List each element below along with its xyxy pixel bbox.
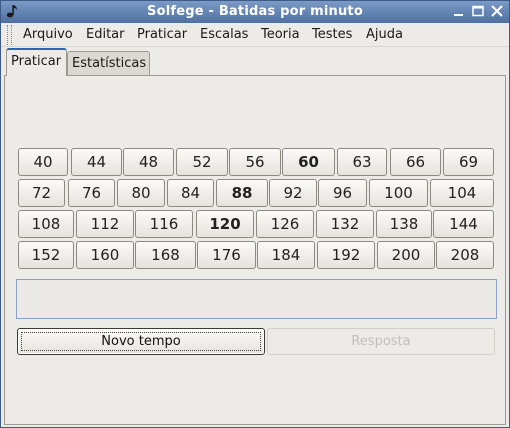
menu-praticar[interactable]: Praticar — [137, 27, 187, 42]
bpm-button-200[interactable]: 200 — [377, 241, 435, 269]
bpm-button-72[interactable]: 72 — [18, 179, 65, 207]
bpm-button-208[interactable]: 208 — [436, 241, 494, 269]
bpm-button-96[interactable]: 96 — [318, 179, 367, 207]
menu-bar: Arquivo Editar Praticar Escalas Teoria T… — [1, 23, 509, 47]
bpm-button-100[interactable]: 100 — [369, 179, 428, 207]
bpm-button-104[interactable]: 104 — [430, 179, 494, 207]
bpm-button-44[interactable]: 44 — [71, 148, 122, 176]
menu-testes[interactable]: Testes — [312, 27, 352, 42]
close-icon[interactable] — [489, 4, 505, 19]
bpm-button-80[interactable]: 80 — [117, 179, 165, 207]
bpm-button-116[interactable]: 116 — [135, 210, 193, 238]
notebook-tabs: Praticar Estatísticas — [1, 48, 509, 76]
bpm-button-52[interactable]: 52 — [176, 148, 228, 176]
bpm-button-120[interactable]: 120 — [196, 210, 254, 238]
menubar-grip[interactable] — [7, 25, 12, 45]
menu-escalas[interactable]: Escalas — [200, 27, 248, 42]
minimize-icon[interactable] — [451, 4, 467, 19]
bpm-button-160[interactable]: 160 — [76, 241, 134, 269]
answer-display — [16, 279, 497, 319]
answer-label: Resposta — [351, 334, 411, 349]
bpm-button-108[interactable]: 108 — [18, 210, 74, 238]
bpm-button-63[interactable]: 63 — [337, 148, 387, 176]
bpm-button-144[interactable]: 144 — [433, 210, 494, 238]
bpm-button-176[interactable]: 176 — [197, 241, 256, 269]
bpm-button-84[interactable]: 84 — [167, 179, 214, 207]
solfege-window: Solfege - Batidas por minuto Arquivo Edi… — [0, 0, 510, 428]
bpm-button-168[interactable]: 168 — [135, 241, 196, 269]
bpm-button-92[interactable]: 92 — [269, 179, 317, 207]
tab-praticar[interactable]: Praticar — [6, 48, 67, 76]
bpm-button-40[interactable]: 40 — [18, 148, 68, 176]
bpm-button-126[interactable]: 126 — [256, 210, 314, 238]
bpm-button-152[interactable]: 152 — [18, 241, 74, 269]
bpm-button-60[interactable]: 60 — [282, 148, 335, 176]
maximize-icon[interactable] — [470, 4, 486, 19]
answer-button: Resposta — [267, 328, 495, 355]
menu-arquivo[interactable]: Arquivo — [23, 27, 73, 42]
window-title: Solfege - Batidas por minuto — [147, 4, 363, 19]
bpm-button-184[interactable]: 184 — [257, 241, 315, 269]
bpm-button-192[interactable]: 192 — [317, 241, 375, 269]
menu-teoria[interactable]: Teoria — [261, 27, 300, 42]
bpm-button-56[interactable]: 56 — [229, 148, 281, 176]
bpm-button-112[interactable]: 112 — [76, 210, 134, 238]
bpm-button-48[interactable]: 48 — [123, 148, 174, 176]
tab-estatisticas[interactable]: Estatísticas — [67, 51, 150, 75]
bpm-button-132[interactable]: 132 — [316, 210, 374, 238]
bpm-button-76[interactable]: 76 — [68, 179, 115, 207]
bpm-button-88[interactable]: 88 — [216, 179, 268, 207]
menu-editar[interactable]: Editar — [86, 27, 125, 42]
focus-ring — [21, 332, 261, 351]
bpm-button-138[interactable]: 138 — [376, 210, 432, 238]
bpm-button-69[interactable]: 69 — [443, 148, 494, 176]
menu-ajuda[interactable]: Ajuda — [366, 27, 403, 42]
new-tempo-button[interactable]: Novo tempo — [17, 328, 265, 355]
bpm-button-66[interactable]: 66 — [390, 148, 441, 176]
title-bar[interactable]: Solfege - Batidas por minuto — [1, 1, 509, 23]
